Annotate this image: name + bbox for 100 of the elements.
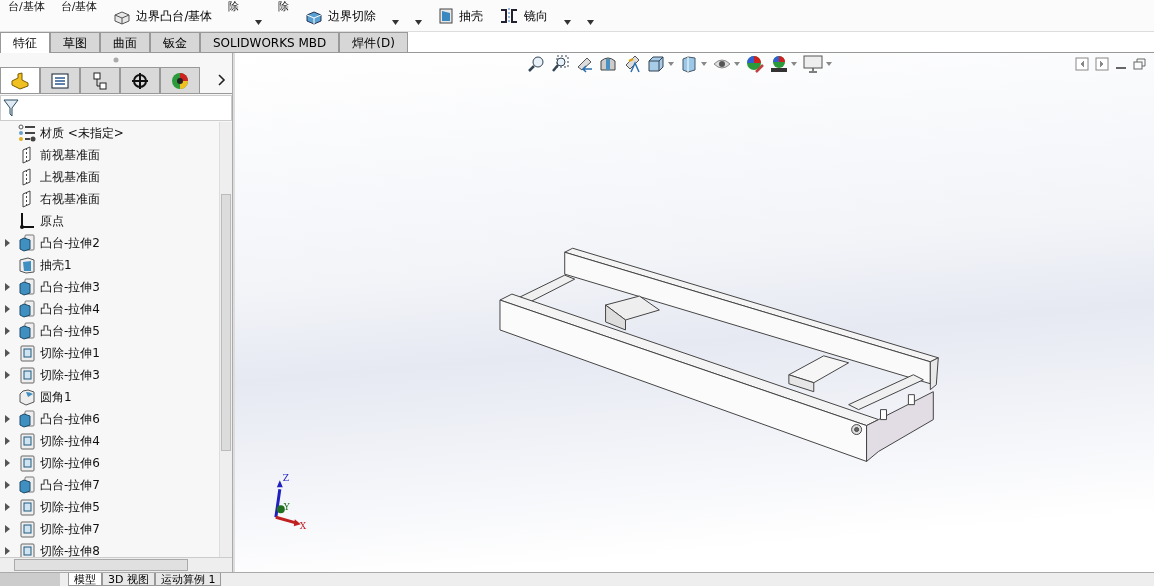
tree-item-label: 凸台-拉伸6 bbox=[40, 410, 100, 428]
bottom-tab[interactable]: 3D 视图 bbox=[102, 573, 155, 586]
previous-view-icon[interactable] bbox=[575, 55, 593, 73]
ribbon-label: 台/基体 bbox=[8, 0, 45, 13]
tree-item[interactable]: 凸台-拉伸7 bbox=[0, 474, 219, 496]
tree-item-label: 凸台-拉伸2 bbox=[40, 234, 100, 252]
caret-icon[interactable] bbox=[415, 20, 423, 25]
restore-icon[interactable] bbox=[1133, 58, 1146, 70]
command-tab[interactable]: 钣金 bbox=[150, 32, 200, 52]
crosshair-icon bbox=[131, 71, 149, 90]
expand-arrow-icon[interactable] bbox=[4, 547, 10, 555]
extrude-boss-icon bbox=[18, 300, 36, 318]
expand-arrow-icon[interactable] bbox=[4, 415, 10, 423]
tree-item[interactable]: 抽壳1 bbox=[0, 254, 219, 276]
origin-icon bbox=[18, 212, 36, 230]
command-tab[interactable]: 曲面 bbox=[100, 32, 150, 52]
tree-item-label: 材质 <未指定> bbox=[40, 124, 124, 142]
fillet-icon bbox=[18, 388, 36, 406]
ribbon-label: 台/基体 bbox=[60, 0, 98, 13]
expand-arrow-icon[interactable] bbox=[4, 327, 10, 335]
caret-icon[interactable] bbox=[392, 20, 400, 25]
command-tab[interactable]: 草图 bbox=[50, 32, 100, 52]
expand-arrow-icon[interactable] bbox=[4, 349, 10, 357]
tree-item[interactable]: 切除-拉伸4 bbox=[0, 430, 219, 452]
expand-arrow-icon[interactable] bbox=[4, 437, 10, 445]
view-orientation-icon[interactable] bbox=[647, 55, 665, 73]
panel-tab[interactable] bbox=[120, 67, 160, 93]
eye-icon[interactable] bbox=[713, 57, 731, 71]
caret-icon[interactable] bbox=[564, 20, 572, 25]
chevron-right-icon[interactable] bbox=[218, 74, 226, 86]
tree-item-label: 切除-拉伸8 bbox=[40, 542, 100, 557]
tree-item[interactable]: 凸台-拉伸5 bbox=[0, 320, 219, 342]
annotation-view-icon[interactable] bbox=[623, 55, 641, 73]
caret-icon[interactable] bbox=[255, 20, 263, 25]
tree-item[interactable]: 切除-拉伸3 bbox=[0, 364, 219, 386]
shell-icon bbox=[18, 256, 36, 274]
scroll-thumb[interactable] bbox=[221, 194, 231, 451]
extrude-boss-icon bbox=[18, 322, 36, 340]
bottom-tab[interactable]: 运动算例 1 bbox=[154, 573, 222, 586]
tree-item[interactable]: 凸台-拉伸3 bbox=[0, 276, 219, 298]
tree-item[interactable]: 凸台-拉伸4 bbox=[0, 298, 219, 320]
tree-item[interactable]: 切除-拉伸5 bbox=[0, 496, 219, 518]
extrude-boss-icon bbox=[18, 476, 36, 494]
tree-item[interactable]: 上视基准面 bbox=[0, 166, 219, 188]
command-tab[interactable]: 特征 bbox=[0, 32, 50, 53]
extrude-boss-icon bbox=[18, 278, 36, 296]
color-ball-icon bbox=[171, 71, 189, 90]
tree-item[interactable]: 切除-拉伸7 bbox=[0, 518, 219, 540]
section-view-icon[interactable] bbox=[599, 55, 617, 73]
expand-arrow-icon[interactable] bbox=[4, 481, 10, 489]
tree-item[interactable]: 圆角1 bbox=[0, 386, 219, 408]
extrude-boss-icon bbox=[18, 234, 36, 252]
expand-arrow-icon[interactable] bbox=[4, 459, 10, 467]
caret-icon[interactable] bbox=[587, 20, 595, 25]
vertical-scrollbar[interactable] bbox=[219, 122, 232, 557]
tree-item[interactable]: 前视基准面 bbox=[0, 144, 219, 166]
extrude-cut-icon bbox=[18, 366, 36, 384]
tree-item-label: 切除-拉伸7 bbox=[40, 520, 100, 538]
scroll-thumb[interactable] bbox=[14, 559, 188, 571]
expand-arrow-icon[interactable] bbox=[4, 305, 10, 313]
apply-scene-icon[interactable] bbox=[770, 55, 788, 73]
collapse-left-icon[interactable] bbox=[1075, 57, 1089, 71]
zoom-area-icon[interactable] bbox=[551, 55, 569, 73]
panel-grip-icon[interactable] bbox=[113, 57, 119, 63]
x-axis-label: X bbox=[299, 521, 307, 532]
tree-item[interactable]: 材质 <未指定> bbox=[0, 122, 219, 144]
bottom-tab[interactable]: 模型 bbox=[68, 573, 102, 586]
extrude-cut-icon bbox=[18, 520, 36, 538]
boss-icon bbox=[113, 8, 132, 25]
mirror-icon bbox=[499, 7, 520, 25]
ribbon-button[interactable]: 边界凸台/基体 bbox=[113, 8, 213, 25]
y-axis-label: Y bbox=[283, 502, 290, 513]
expand-arrow-icon[interactable] bbox=[4, 503, 10, 511]
tree-item[interactable]: 切除-拉伸6 bbox=[0, 452, 219, 474]
tree-item-label: 切除-拉伸5 bbox=[40, 498, 100, 516]
tree-item-label: 圆角1 bbox=[40, 388, 72, 406]
panel-tab[interactable] bbox=[160, 67, 200, 93]
material-icon bbox=[18, 124, 36, 142]
expand-arrow-icon[interactable] bbox=[4, 371, 10, 379]
edit-appearance-icon[interactable] bbox=[746, 55, 764, 73]
expand-arrow-icon[interactable] bbox=[4, 525, 10, 533]
expand-arrow-icon[interactable] bbox=[4, 283, 10, 291]
tree-item[interactable]: 切除-拉伸1 bbox=[0, 342, 219, 364]
ribbon-button[interactable]: 镜向 bbox=[499, 7, 549, 25]
command-tab[interactable]: SOLIDWORKS MBD bbox=[200, 32, 340, 52]
ribbon-button[interactable]: 抽壳 bbox=[438, 7, 484, 25]
collapse-right-icon[interactable] bbox=[1095, 57, 1109, 71]
tree-item[interactable]: 凸台-拉伸6 bbox=[0, 408, 219, 430]
tree-item-label: 切除-拉伸6 bbox=[40, 454, 100, 472]
tree-item-label: 抽壳1 bbox=[40, 256, 72, 274]
monitor-icon[interactable] bbox=[803, 55, 823, 73]
command-tab[interactable]: 焊件(D) bbox=[339, 32, 408, 52]
tree-item[interactable]: 凸台-拉伸2 bbox=[0, 232, 219, 254]
ribbon-button[interactable]: 边界切除 bbox=[305, 8, 377, 25]
tree-item[interactable]: 原点 bbox=[0, 210, 219, 232]
zoom-to-fit-icon[interactable] bbox=[527, 55, 545, 73]
tree-item[interactable]: 右视基准面 bbox=[0, 188, 219, 210]
display-style-icon[interactable] bbox=[680, 55, 698, 73]
z-axis-label: Z bbox=[282, 473, 290, 484]
expand-arrow-icon[interactable] bbox=[4, 239, 10, 247]
